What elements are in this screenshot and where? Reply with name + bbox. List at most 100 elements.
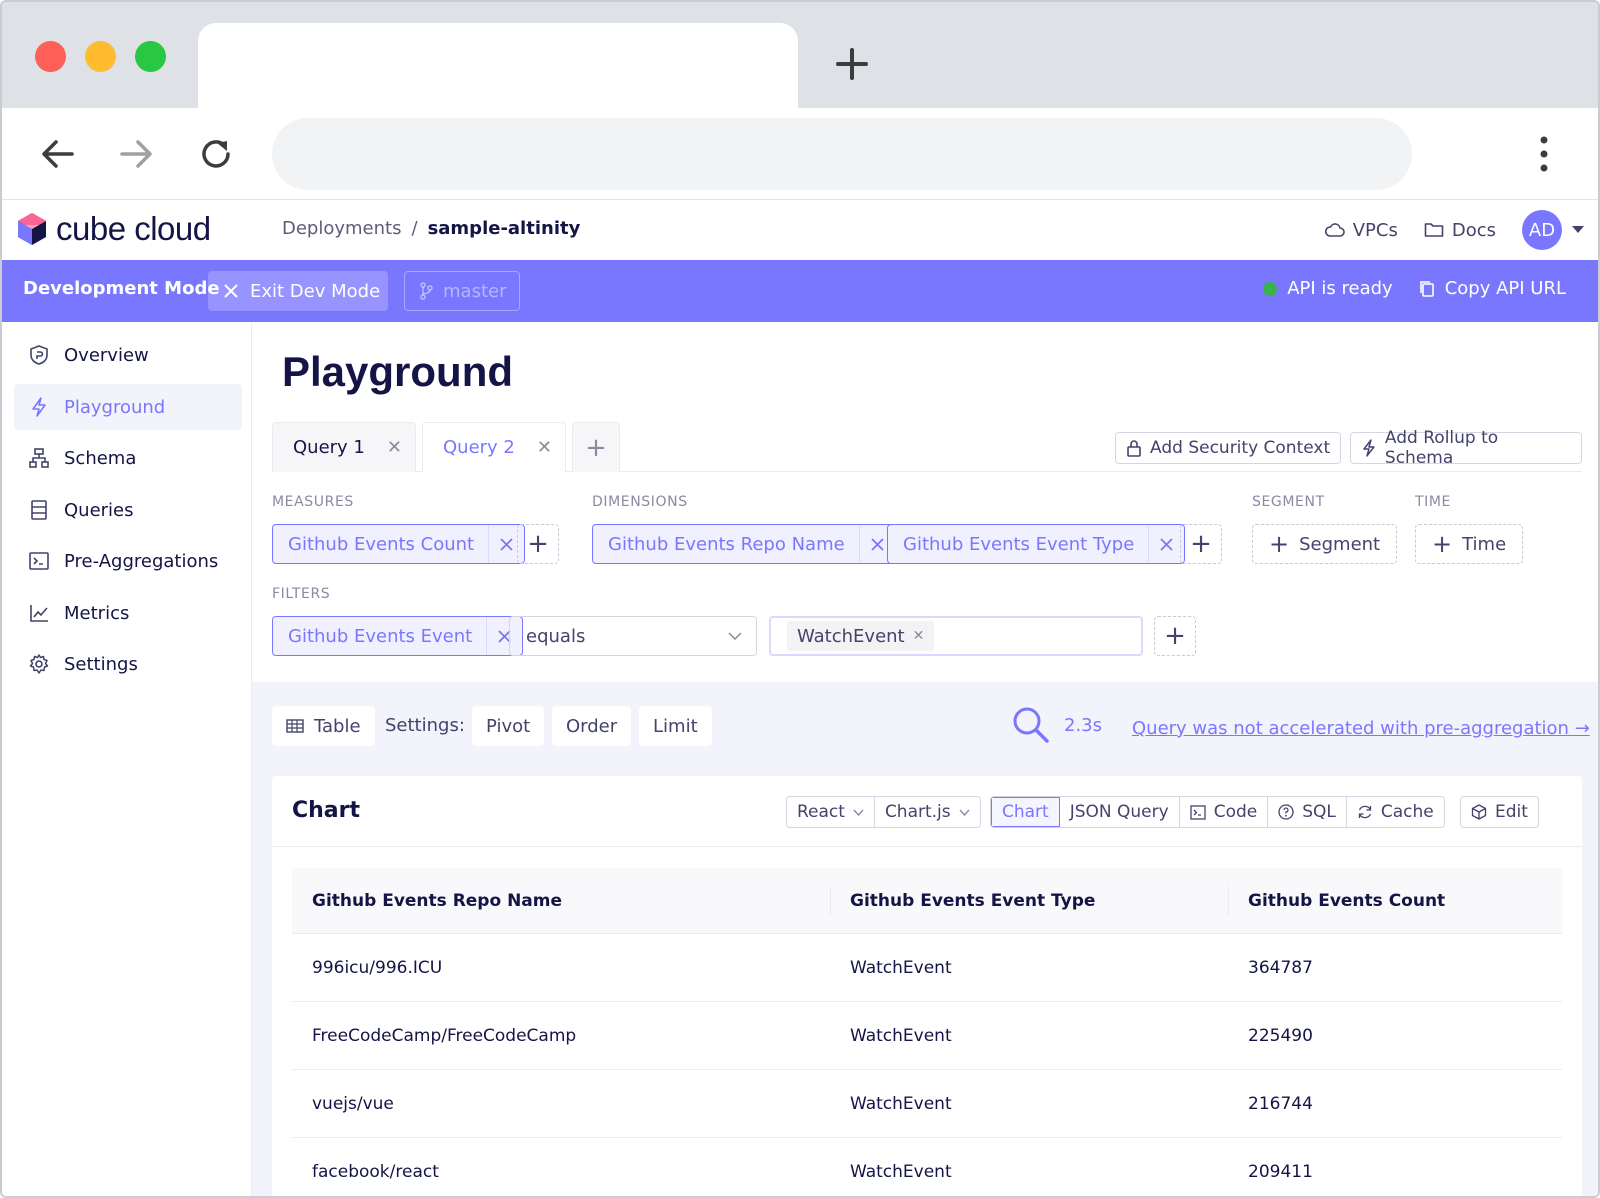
back-icon[interactable] — [38, 134, 78, 174]
main-content: Playground Query 1 ✕ Query 2 ✕ + Add Sec… — [252, 322, 1598, 1196]
chevron-down-icon — [959, 809, 970, 816]
copy-icon — [1419, 280, 1434, 297]
branch-selector[interactable]: master — [404, 271, 520, 311]
add-tab-button[interactable]: + — [572, 422, 620, 472]
exit-dev-mode-button[interactable]: Exit Dev Mode — [208, 271, 388, 311]
sidebar-item-overview[interactable]: Overview — [14, 332, 242, 378]
tab-label: Query 2 — [443, 437, 515, 458]
add-segment-button[interactable]: + Segment — [1252, 524, 1398, 564]
divider — [272, 846, 1582, 847]
edit-label: Edit — [1495, 802, 1528, 822]
browser-tab[interactable] — [198, 23, 798, 108]
sidebar-item-label: Pre-Aggregations — [64, 550, 219, 572]
cloud-icon — [1324, 223, 1345, 237]
order-label: Order — [566, 715, 618, 737]
tab-sql[interactable]: SQL — [1268, 797, 1347, 827]
close-tab-icon[interactable]: ✕ — [387, 437, 402, 458]
devbar-right: API is ready Copy API URL — [1263, 278, 1566, 299]
close-icon — [224, 284, 238, 298]
add-security-context-button[interactable]: Add Security Context — [1115, 432, 1342, 464]
column-header[interactable]: Github Events Repo Name — [292, 891, 830, 911]
results-table: Github Events Repo Name Github Events Ev… — [292, 868, 1562, 1196]
maximize-window-button[interactable] — [135, 41, 166, 72]
table-cell: vuejs/vue — [312, 1093, 394, 1114]
sidebar-item-playground[interactable]: Playground — [14, 384, 242, 430]
dimension-pill[interactable]: Github Events Event Type — [887, 524, 1186, 564]
forward-icon[interactable] — [116, 134, 156, 174]
tab-cache[interactable]: Cache — [1347, 797, 1444, 827]
column-header[interactable]: Github Events Event Type — [830, 891, 1228, 911]
pre-aggregation-link[interactable]: Query was not accelerated with pre-aggre… — [1132, 718, 1590, 739]
add-filter-button[interactable]: + — [1154, 616, 1196, 656]
table-header: Github Events Repo Name Github Events Ev… — [292, 868, 1562, 934]
cube-cloud-logo[interactable]: cube cloud — [16, 210, 211, 248]
tab-chart[interactable]: Chart — [991, 797, 1060, 827]
settings-label: Settings: — [385, 715, 465, 736]
filter-member-label: Github Events Event — [288, 625, 473, 647]
user-menu[interactable]: AD — [1522, 210, 1584, 250]
sidebar-item-pre-aggregations[interactable]: Pre-Aggregations — [14, 538, 242, 584]
schema-icon — [29, 448, 49, 468]
filter-member-pill[interactable]: Github Events Event — [272, 616, 524, 656]
dimension-pill[interactable]: Github Events Repo Name — [592, 524, 896, 564]
chevron-down-icon — [728, 632, 742, 640]
sidebar-item-settings[interactable]: Settings — [14, 641, 242, 687]
sidebar-item-label: Settings — [64, 653, 138, 675]
vpcs-label: VPCs — [1352, 219, 1398, 241]
time-label: TIME — [1415, 494, 1452, 510]
minimize-window-button[interactable] — [85, 41, 116, 72]
search-icon — [1013, 707, 1049, 743]
filter-values-input[interactable]: WatchEvent ✕ — [769, 616, 1143, 656]
remove-dimension-icon[interactable] — [1148, 525, 1184, 563]
pivot-button[interactable]: Pivot — [472, 706, 545, 746]
address-bar[interactable] — [272, 118, 1412, 190]
framework-selectors: React Chart.js — [786, 796, 981, 828]
tab-query-1[interactable]: Query 1 ✕ — [272, 422, 416, 472]
column-header[interactable]: Github Events Count — [1228, 891, 1562, 911]
sidebar-item-metrics[interactable]: Metrics — [14, 590, 242, 636]
close-tab-icon[interactable]: ✕ — [537, 437, 552, 458]
breadcrumb-deployments[interactable]: Deployments — [282, 218, 401, 239]
breadcrumb-current[interactable]: sample-altinity — [428, 218, 581, 239]
browser-menu-icon[interactable] — [1534, 132, 1554, 176]
browser-toolbar — [2, 108, 1598, 200]
table-row: facebook/react WatchEvent 209411 — [292, 1138, 1562, 1196]
library-select[interactable]: Chart.js — [875, 797, 980, 827]
measure-pill[interactable]: Github Events Count — [272, 524, 526, 564]
edit-button[interactable]: Edit — [1461, 797, 1538, 827]
add-time-button[interactable]: + Time — [1415, 524, 1524, 564]
add-measure-button[interactable]: + — [517, 524, 559, 564]
close-window-button[interactable] — [35, 41, 66, 72]
column-divider — [830, 886, 831, 916]
new-tab-icon[interactable] — [830, 42, 874, 86]
table-view-button[interactable]: Table — [272, 706, 375, 746]
filter-operator-select[interactable]: equals — [509, 616, 757, 656]
copy-api-url-button[interactable]: Copy API URL — [1419, 278, 1566, 299]
remove-tag-icon[interactable]: ✕ — [913, 628, 925, 644]
tab-json-query[interactable]: JSON Query — [1060, 797, 1180, 827]
add-dimension-button[interactable]: + — [1180, 524, 1222, 564]
reload-icon[interactable] — [196, 134, 236, 174]
vpcs-link[interactable]: VPCs — [1324, 219, 1398, 241]
table-cell: WatchEvent — [850, 957, 952, 978]
logo-text: cube cloud — [56, 210, 211, 247]
tab-code[interactable]: Code — [1180, 797, 1269, 827]
query-timing: 2.3s — [1012, 706, 1102, 744]
table-cell: 225490 — [1248, 1025, 1313, 1046]
limit-button[interactable]: Limit — [639, 706, 712, 746]
order-button[interactable]: Order — [552, 706, 632, 746]
breadcrumb: Deployments / sample-altinity — [282, 218, 580, 239]
cube-icon — [1471, 804, 1487, 820]
add-rollup-button[interactable]: Add Rollup to Schema — [1350, 428, 1582, 468]
add-segment-label: Segment — [1299, 533, 1381, 555]
results-panel: Table Settings: Pivot Order Limit 2.3s Q… — [252, 682, 1598, 1196]
sidebar-item-queries[interactable]: Queries — [14, 487, 242, 533]
framework-select[interactable]: React — [787, 797, 875, 827]
queries-icon — [31, 500, 47, 520]
library-value: Chart.js — [884, 802, 951, 822]
sidebar-item-schema[interactable]: Schema — [14, 435, 242, 481]
tab-query-2[interactable]: Query 2 ✕ — [422, 422, 566, 472]
docs-link[interactable]: Docs — [1424, 220, 1496, 241]
filter-value-label: WatchEvent — [797, 625, 905, 647]
shield-icon — [30, 345, 48, 365]
